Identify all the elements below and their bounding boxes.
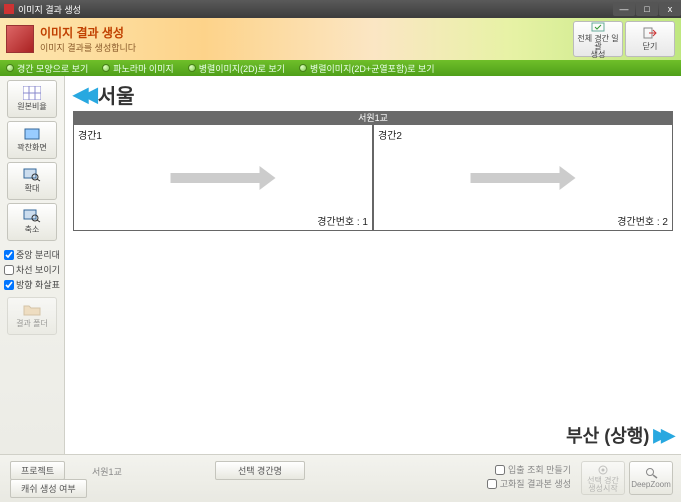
grid-icon: [23, 86, 41, 100]
tab-parallel-2d[interactable]: 병렬이미지(2D)로 보기: [188, 62, 285, 75]
magnifier-icon: [643, 467, 659, 479]
bridge-title-bar: 서원1교: [73, 111, 673, 125]
tab-span-shape[interactable]: 경간 모양으로 보기: [6, 62, 88, 75]
check-direction-arrow-input[interactable]: [4, 280, 14, 290]
direction-arrow-icon: [471, 166, 576, 190]
check-center-divider-input[interactable]: [4, 250, 14, 260]
zoom-in-button[interactable]: 확대: [7, 162, 57, 200]
close-panel-label: 닫기: [643, 41, 658, 52]
bottom-direction-label: 부산 (상행): [566, 422, 649, 448]
span-panels: 경간1 경간번호 : 1 경간2 경간번호 : 2: [73, 125, 673, 231]
dot-icon: [299, 64, 307, 72]
gear-icon: [595, 464, 611, 476]
check-io-report[interactable]: 입출 조회 만들기: [495, 463, 571, 476]
tab-panorama[interactable]: 파노라마 이미지: [102, 62, 173, 75]
header-cube-icon: [6, 25, 34, 53]
span-1-number: 경간번호 : 1: [317, 213, 368, 228]
project-tab-button[interactable]: 프로젝트: [10, 461, 65, 480]
span-panel-2[interactable]: 경간2 경간번호 : 2: [373, 125, 673, 231]
content-area: ◀◀ 서울 서원1교 경간1 경간번호 : 1 경간2 경간번호 : 2 부산 …: [65, 76, 681, 454]
footer-bridge-name: 서원1교: [92, 465, 122, 478]
close-panel-button[interactable]: 닫기: [625, 21, 675, 57]
dot-icon: [188, 64, 196, 72]
exit-icon: [643, 26, 657, 40]
tab-parallel-2d-crack[interactable]: 병렬이미지(2D+균열포함)로 보기: [299, 62, 435, 75]
batch-icon: [591, 20, 605, 34]
header-subtitle: 이미지 결과를 생성합니다: [40, 41, 136, 54]
sidebar: 원본비율 꽉찬화면 확대 축소 중앙 분리대 차선 보이기 방향 화살표 결과 …: [0, 76, 65, 454]
window-buttons: — □ x: [612, 2, 681, 16]
window-title: 이미지 결과 생성: [18, 3, 81, 16]
header-title: 이미지 결과 생성: [40, 24, 136, 41]
span-2-label: 경간2: [378, 127, 402, 142]
batch-generate-label: 전체 경간 일괄 생성: [574, 35, 622, 59]
span-panel-1[interactable]: 경간1 경간번호 : 1: [73, 125, 373, 231]
check-highres-input[interactable]: [487, 479, 497, 489]
direction-footer: 부산 (상행) ▶▶: [566, 422, 669, 448]
titlebar: 이미지 결과 생성 — □ x: [0, 0, 681, 18]
header-ribbon: 이미지 결과 생성 이미지 결과를 생성합니다 전체 경간 일괄 생성 닫기: [0, 18, 681, 60]
footer: 프로젝트 캐쉬 생성 여부 서원1교 선택 경간명 입출 조회 만들기 고화질 …: [0, 454, 681, 502]
check-direction-arrow[interactable]: 방향 화살표: [4, 278, 60, 291]
check-lane-show[interactable]: 차선 보이기: [4, 263, 60, 276]
direction-header: ◀◀ 서울: [65, 76, 681, 111]
check-lane-show-input[interactable]: [4, 265, 14, 275]
direction-arrow-icon: [171, 166, 276, 190]
cache-tab-button[interactable]: 캐쉬 생성 여부: [10, 479, 87, 498]
dot-icon: [102, 64, 110, 72]
result-folder-button[interactable]: 결과 폴더: [7, 297, 57, 335]
deepzoom-button[interactable]: DeepZoom: [629, 461, 673, 495]
fullscreen-button[interactable]: 꽉찬화면: [7, 121, 57, 159]
zoom-in-icon: [23, 168, 41, 182]
close-button[interactable]: x: [659, 2, 681, 16]
span-1-label: 경간1: [78, 127, 102, 142]
top-direction-label: 서울: [98, 80, 135, 109]
folder-icon: [23, 303, 41, 317]
check-highres[interactable]: 고화질 결과본 생성: [487, 477, 571, 490]
fullscreen-icon: [23, 127, 41, 141]
maximize-button[interactable]: □: [636, 2, 658, 16]
selected-span-button[interactable]: 선택 경간명: [215, 461, 305, 480]
checkbox-group: 중앙 분리대 차선 보이기 방향 화살표: [0, 244, 64, 297]
batch-generate-button[interactable]: 전체 경간 일괄 생성: [573, 21, 623, 57]
start-generate-button[interactable]: 선택 경간 생성시작: [581, 461, 625, 495]
green-toolbar: 경간 모양으로 보기 파노라마 이미지 병렬이미지(2D)로 보기 병렬이미지(…: [0, 60, 681, 76]
dot-icon: [6, 64, 14, 72]
check-center-divider[interactable]: 중앙 분리대: [4, 248, 60, 261]
original-ratio-button[interactable]: 원본비율: [7, 80, 57, 118]
check-io-report-input[interactable]: [495, 465, 505, 475]
arrow-right-icon: ▶▶: [653, 425, 669, 446]
zoom-out-button[interactable]: 축소: [7, 203, 57, 241]
zoom-out-icon: [23, 209, 41, 223]
span-2-number: 경간번호 : 2: [617, 213, 668, 228]
minimize-button[interactable]: —: [613, 2, 635, 16]
arrow-left-icon: ◀◀: [73, 82, 92, 107]
app-icon: [4, 4, 14, 14]
